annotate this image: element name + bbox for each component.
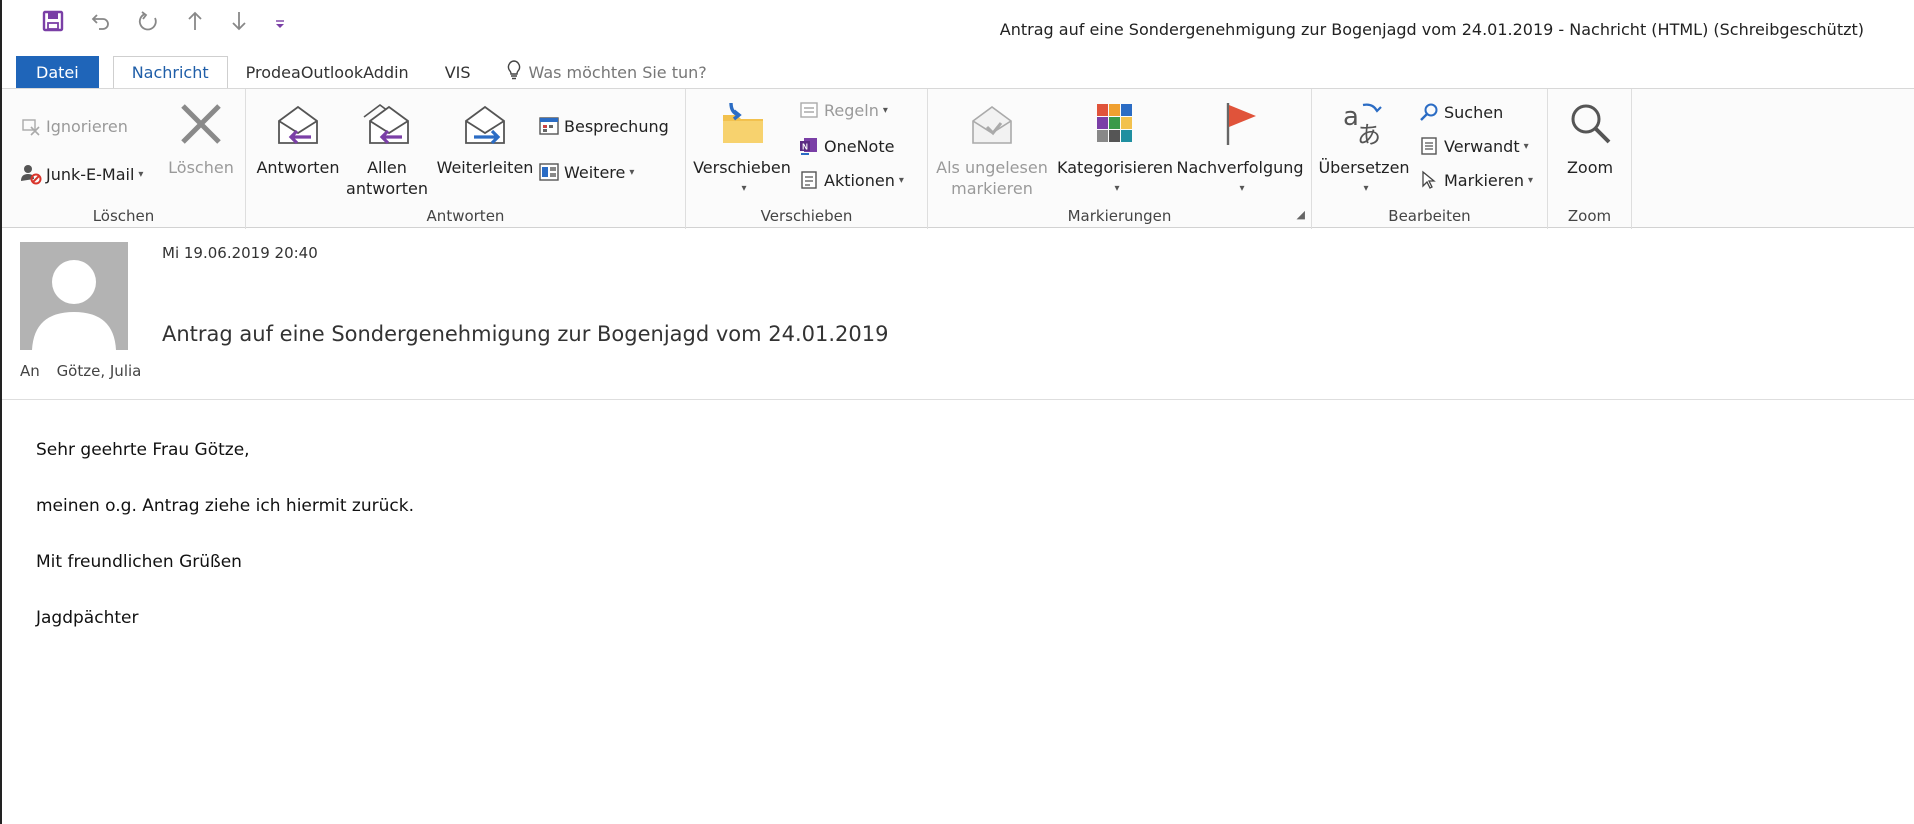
forward-icon: [460, 95, 510, 153]
svg-text:あ: あ: [1357, 121, 1381, 149]
mark-unread-icon: [967, 95, 1017, 153]
lightbulb-icon: [507, 60, 521, 84]
avatar: [20, 242, 128, 350]
tab-prodeaoutlookaddin[interactable]: ProdeaOutlookAddin: [228, 56, 427, 88]
tell-me-text: Was möchten Sie tun?: [528, 62, 707, 82]
window-title: Antrag auf eine Sondergenehmigung zur Bo…: [999, 20, 1864, 39]
title-bar: Antrag auf eine Sondergenehmigung zur Bo…: [2, 0, 1914, 52]
group-label-antworten: Antworten: [426, 207, 505, 225]
chevron-down-icon: ▾: [1114, 183, 1120, 194]
categorize-icon: [1095, 95, 1135, 153]
reply-all-icon: [360, 95, 414, 153]
reply-icon: [273, 95, 323, 153]
group-label-loeschen: Löschen: [92, 207, 155, 225]
chevron-down-icon: ▾: [1239, 183, 1245, 194]
junk-icon: [20, 163, 42, 185]
ribbon-tabs: Datei Nachricht ProdeaOutlookAddin VIS W…: [2, 56, 1914, 88]
flag-icon: [1220, 95, 1260, 153]
zoom-button[interactable]: Zoom: [1552, 95, 1628, 178]
group-label-bearbeiten: Bearbeiten: [1388, 207, 1471, 225]
redo-icon[interactable]: [138, 10, 160, 32]
more-respond-icon: [538, 161, 560, 183]
arrow-down-icon[interactable]: [230, 10, 248, 32]
select-button[interactable]: Markieren ▾: [1418, 169, 1533, 191]
message-body: Sehr geehrte Frau Götze, meinen o.g. Ant…: [36, 440, 414, 664]
search-button[interactable]: Suchen: [1418, 101, 1503, 123]
follow-up-button[interactable]: Nachverfolgung ▾: [1176, 95, 1304, 199]
outlook-message-window: Antrag auf eine Sondergenehmigung zur Bo…: [0, 0, 1914, 824]
body-paragraph: meinen o.g. Antrag ziehe ich hiermit zur…: [36, 496, 414, 516]
arrow-up-icon[interactable]: [186, 10, 204, 32]
undo-icon[interactable]: [90, 10, 112, 32]
chevron-down-icon: ▾: [741, 183, 747, 194]
group-bearbeiten: aあ Übersetzen ▾ Suchen Verwandt ▾ Markie…: [1312, 89, 1548, 229]
recipient-line: An Götze, Julia: [20, 362, 141, 380]
person-icon: [32, 260, 116, 350]
chevron-down-icon: ▾: [1363, 183, 1369, 194]
delete-button[interactable]: Löschen: [166, 95, 236, 178]
search-icon: [1418, 101, 1440, 123]
translate-button[interactable]: aあ Übersetzen ▾: [1316, 95, 1412, 199]
group-zoom: Zoom Zoom: [1548, 89, 1632, 229]
group-loeschen: Ignorieren Junk-E-Mail ▾ Löschen Löschen: [2, 89, 246, 229]
svg-text:N: N: [802, 143, 808, 152]
reply-all-button[interactable]: Allen antworten: [346, 95, 428, 199]
tell-me-box[interactable]: Was möchten Sie tun?: [489, 56, 725, 88]
quick-access-toolbar: [42, 10, 286, 32]
related-icon: [1418, 135, 1440, 157]
chevron-down-icon: ▾: [138, 168, 144, 180]
tab-nachricht[interactable]: Nachricht: [112, 56, 228, 88]
group-label-verschieben: Verschieben: [760, 207, 853, 225]
ignore-icon: [20, 115, 42, 137]
translate-icon: aあ: [1339, 95, 1389, 153]
rules-icon: [798, 99, 820, 121]
reply-button[interactable]: Antworten: [254, 95, 342, 178]
mark-unread-button[interactable]: Als ungelesen markieren: [934, 95, 1050, 199]
folder-move-icon: [717, 95, 767, 153]
onenote-button[interactable]: N OneNote: [798, 135, 894, 157]
tab-datei[interactable]: Datei: [16, 56, 99, 88]
body-paragraph: Jagdpächter: [36, 608, 139, 628]
customize-qat-icon[interactable]: [274, 10, 286, 32]
chevron-down-icon: ▾: [629, 166, 635, 178]
delete-x-icon: [178, 95, 224, 153]
chevron-down-icon: ▾: [882, 104, 888, 116]
magnifier-icon: [1565, 95, 1615, 153]
ignore-button[interactable]: Ignorieren: [20, 115, 128, 137]
dialog-launcher-icon[interactable]: ◢: [1297, 208, 1305, 221]
to-label: An: [20, 362, 40, 380]
onenote-icon: N: [798, 135, 820, 157]
related-button[interactable]: Verwandt ▾: [1418, 135, 1529, 157]
cursor-icon: [1418, 169, 1440, 191]
group-markierungen: Als ungelesen markieren Kategorisieren ▾…: [928, 89, 1312, 229]
actions-icon: [798, 169, 820, 191]
meeting-icon: [538, 115, 560, 137]
actions-button[interactable]: Aktionen ▾: [798, 169, 904, 191]
recipient-name[interactable]: Götze, Julia: [57, 362, 142, 380]
group-label-zoom: Zoom: [1567, 207, 1612, 225]
save-icon[interactable]: [42, 10, 64, 32]
group-antworten: Antworten Allen antworten Weiterleiten B…: [246, 89, 686, 229]
group-verschieben: Verschieben ▾ Regeln ▾ N OneNote Aktione…: [686, 89, 928, 229]
chevron-down-icon: ▾: [898, 174, 904, 186]
group-label-markierungen: Markierungen: [1067, 207, 1172, 225]
message-date: Mi 19.06.2019 20:40: [162, 244, 318, 262]
move-button[interactable]: Verschieben ▾: [692, 95, 792, 199]
more-respond-button[interactable]: Weitere ▾: [538, 161, 634, 183]
chevron-down-icon: ▾: [1527, 174, 1533, 186]
forward-button[interactable]: Weiterleiten: [432, 95, 538, 178]
categorize-button[interactable]: Kategorisieren ▾: [1054, 95, 1176, 199]
tab-vis[interactable]: VIS: [427, 56, 489, 88]
body-paragraph: Mit freundlichen Grüßen: [36, 552, 242, 572]
body-paragraph: Sehr geehrte Frau Götze,: [36, 440, 250, 460]
chevron-down-icon: ▾: [1523, 140, 1529, 152]
junk-email-button[interactable]: Junk-E-Mail ▾: [20, 163, 143, 185]
rules-button[interactable]: Regeln ▾: [798, 99, 888, 121]
meeting-button[interactable]: Besprechung: [538, 115, 669, 137]
ribbon: Ignorieren Junk-E-Mail ▾ Löschen Löschen: [2, 88, 1914, 229]
message-header: Mi 19.06.2019 20:40 Antrag auf eine Sond…: [2, 230, 1914, 400]
message-subject: Antrag auf eine Sondergenehmigung zur Bo…: [162, 322, 889, 346]
